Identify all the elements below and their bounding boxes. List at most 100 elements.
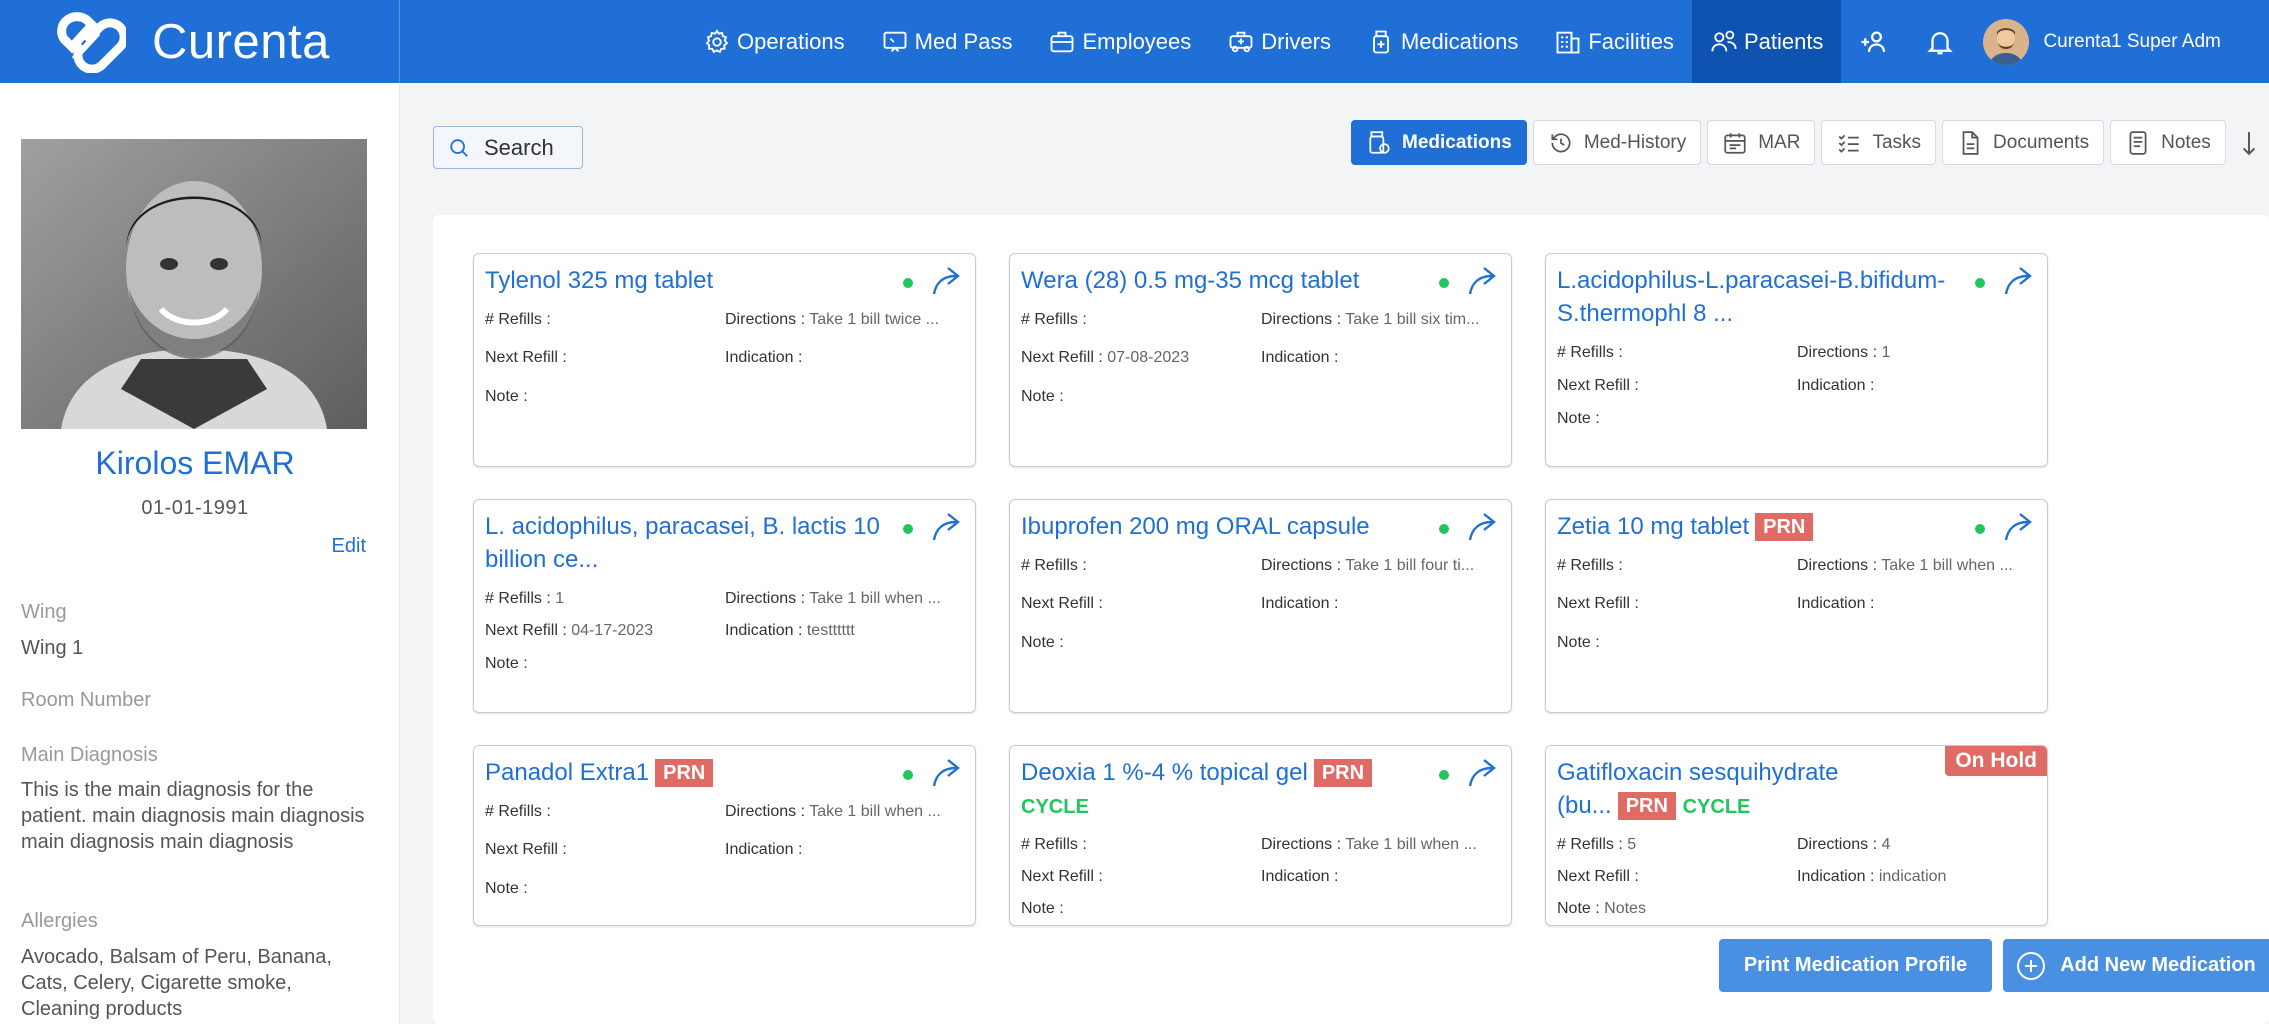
share-arrow-icon[interactable]	[930, 264, 964, 298]
directions-field: Directions : 1	[1797, 344, 1891, 361]
refills-field: # Refills : 1	[485, 590, 565, 607]
medication-card[interactable]: Deoxia 1 %-4 % topical gel PRN CYCLE # Ref…	[1009, 745, 1512, 926]
tab-documents[interactable]: Documents	[1942, 120, 2105, 165]
indication-field: Indication :	[1261, 868, 1339, 885]
nav-item-employees[interactable]: Employees	[1030, 0, 1209, 83]
medication-title: Panadol Extra1 PRN	[485, 756, 885, 789]
allergies-label: Allergies	[21, 910, 98, 932]
print-medication-profile-button[interactable]: Print Medication Profile	[1719, 939, 1992, 992]
indication-field: Indication :	[1261, 595, 1339, 612]
medication-card[interactable]: Wera (28) 0.5 mg-35 mcg tablet # Refills…	[1009, 253, 1512, 467]
ambulance-icon	[1229, 31, 1253, 52]
tab-tasks[interactable]: Tasks	[1821, 120, 1937, 165]
tab-notes[interactable]: Notes	[2110, 120, 2226, 165]
nav-item-drivers[interactable]: Drivers	[1209, 0, 1349, 83]
tab-mar[interactable]: MAR	[1707, 120, 1816, 165]
history-icon	[1551, 132, 1571, 152]
search-button[interactable]: Search	[433, 126, 583, 169]
add-new-medication-button[interactable]: Add New Medication	[2003, 939, 2269, 992]
prn-badge: PRN	[655, 759, 714, 787]
medication-card[interactable]: L. acidophilus, paracasei, B. lactis 10 …	[473, 499, 976, 713]
share-arrow-icon[interactable]	[1466, 510, 1500, 544]
medication-card[interactable]: Panadol Extra1 PRN # Refills : Directions…	[473, 745, 976, 926]
medications-panel: Tylenol 325 mg tablet # Refills : Direct…	[433, 215, 2269, 1024]
next-refill-field: Next Refill :	[1021, 595, 1103, 612]
next-refill-field: Next Refill : 04-17-2023	[485, 622, 654, 639]
nav-item-med-pass[interactable]: Med Pass	[863, 0, 1031, 83]
share-arrow-icon[interactable]	[1466, 264, 1500, 298]
patient-tabs: Medications Med-History MAR Tasks Docume…	[1351, 120, 2269, 165]
directions-field: Directions : Take 1 bill when ...	[1797, 557, 2013, 574]
directions-field: Directions : Take 1 bill when ...	[725, 803, 941, 820]
active-status-dot	[1439, 278, 1449, 288]
nav-item-medications[interactable]: Medications	[1349, 0, 1536, 83]
search-icon	[450, 138, 468, 157]
active-status-dot	[903, 278, 913, 288]
nav-label: Patients	[1743, 28, 1824, 54]
medication-bottle-icon	[1373, 30, 1389, 53]
medication-title: Wera (28) 0.5 mg-35 mcg tablet	[1021, 264, 1421, 297]
active-status-dot	[903, 770, 913, 780]
medication-card[interactable]: Zetia 10 mg tablet PRN # Refills : Direct…	[1545, 499, 2048, 713]
nav-label: Drivers	[1261, 28, 1331, 54]
medication-card[interactable]: Ibuprofen 200 mg ORAL capsule # Refills …	[1009, 499, 1512, 713]
medication-title: Tylenol 325 mg tablet	[485, 264, 885, 297]
search-label: Search	[484, 134, 554, 160]
calendar-icon	[1724, 132, 1746, 154]
medication-name: Zetia 10 mg tablet	[1557, 513, 1750, 540]
note-field: Note : Notes	[1557, 900, 1646, 917]
refills-field: # Refills :	[1021, 836, 1087, 853]
share-arrow-icon[interactable]	[930, 510, 964, 544]
button-label: Add New Medication	[2060, 954, 2256, 976]
main-diagnosis-value: This is the main diagnosis for the patie…	[21, 779, 365, 853]
patient-photo-image	[21, 139, 367, 429]
tab-label: Notes	[2161, 131, 2211, 153]
patient-dob: 01-01-1991	[141, 497, 249, 519]
note-field: Note :	[1021, 388, 1064, 405]
user-avatar-icon	[1983, 18, 2030, 65]
medication-name: L. acidophilus, paracasei, B. lactis 10 …	[485, 513, 880, 573]
tab-label: Med-History	[1583, 131, 1687, 153]
share-arrow-icon[interactable]	[2002, 264, 2036, 298]
directions-field: Directions : Take 1 bill when ...	[725, 590, 941, 607]
tab-label: Medications	[1402, 131, 1512, 153]
medication-card[interactable]: L.acidophilus-L.paracasei-B.bifidum-S.th…	[1545, 253, 2048, 467]
next-refill-field: Next Refill :	[485, 841, 567, 858]
wing-label: Wing	[21, 601, 67, 623]
tab-med-history[interactable]: Med-History	[1532, 120, 1702, 165]
share-arrow-icon[interactable]	[1466, 756, 1500, 790]
room-number-label: Room Number	[21, 689, 152, 711]
nav-item-operations[interactable]: Operations	[685, 0, 863, 83]
indication-field: Indication : testttttt	[725, 622, 855, 639]
indication-field: Indication :	[1261, 349, 1339, 366]
share-arrow-icon[interactable]	[2002, 510, 2036, 544]
bell-icon	[1927, 31, 1954, 54]
note-field: Note :	[1557, 410, 1600, 427]
refills-field: # Refills :	[485, 311, 551, 328]
refills-field: # Refills : 5	[1557, 836, 1637, 853]
note-field: Note :	[1021, 900, 1064, 917]
document-icon	[1962, 130, 1979, 155]
nav-label: Med Pass	[914, 28, 1013, 54]
notifications-button[interactable]	[1907, 0, 1973, 83]
directions-field: Directions : 4	[1797, 836, 1891, 853]
medication-name: Panadol Extra1	[485, 759, 650, 786]
patient-sidebar: Kirolos EMAR 01-01-1991 Edit Wing Wing 1…	[0, 83, 400, 1024]
tab-medications[interactable]: Medications	[1351, 120, 1527, 165]
add-user-button[interactable]	[1841, 0, 1907, 83]
nav-item-patients[interactable]: Patients	[1691, 0, 1842, 83]
user-avatar[interactable]	[1983, 18, 2030, 65]
logo[interactable]: Curenta	[0, 0, 400, 83]
refills-field: # Refills :	[1021, 311, 1087, 328]
medication-title: L. acidophilus, paracasei, B. lactis 10 …	[485, 510, 885, 576]
share-arrow-icon[interactable]	[930, 756, 964, 790]
cycle-badge: CYCLE	[1021, 796, 1089, 818]
medication-card[interactable]: Gatifloxacin sesquihydrate (bu... PRN CYC…	[1545, 745, 2048, 926]
user-name[interactable]: Curenta1 Super Adm	[2043, 31, 2220, 53]
edit-patient-link[interactable]: Edit	[332, 535, 366, 558]
indication-field: Indication :	[1797, 377, 1875, 394]
medication-card[interactable]: Tylenol 325 mg tablet # Refills : Direct…	[473, 253, 976, 467]
download-button[interactable]	[2232, 120, 2266, 165]
nav-item-facilities[interactable]: Facilities	[1536, 0, 1692, 83]
nav-label: Employees	[1082, 28, 1192, 54]
